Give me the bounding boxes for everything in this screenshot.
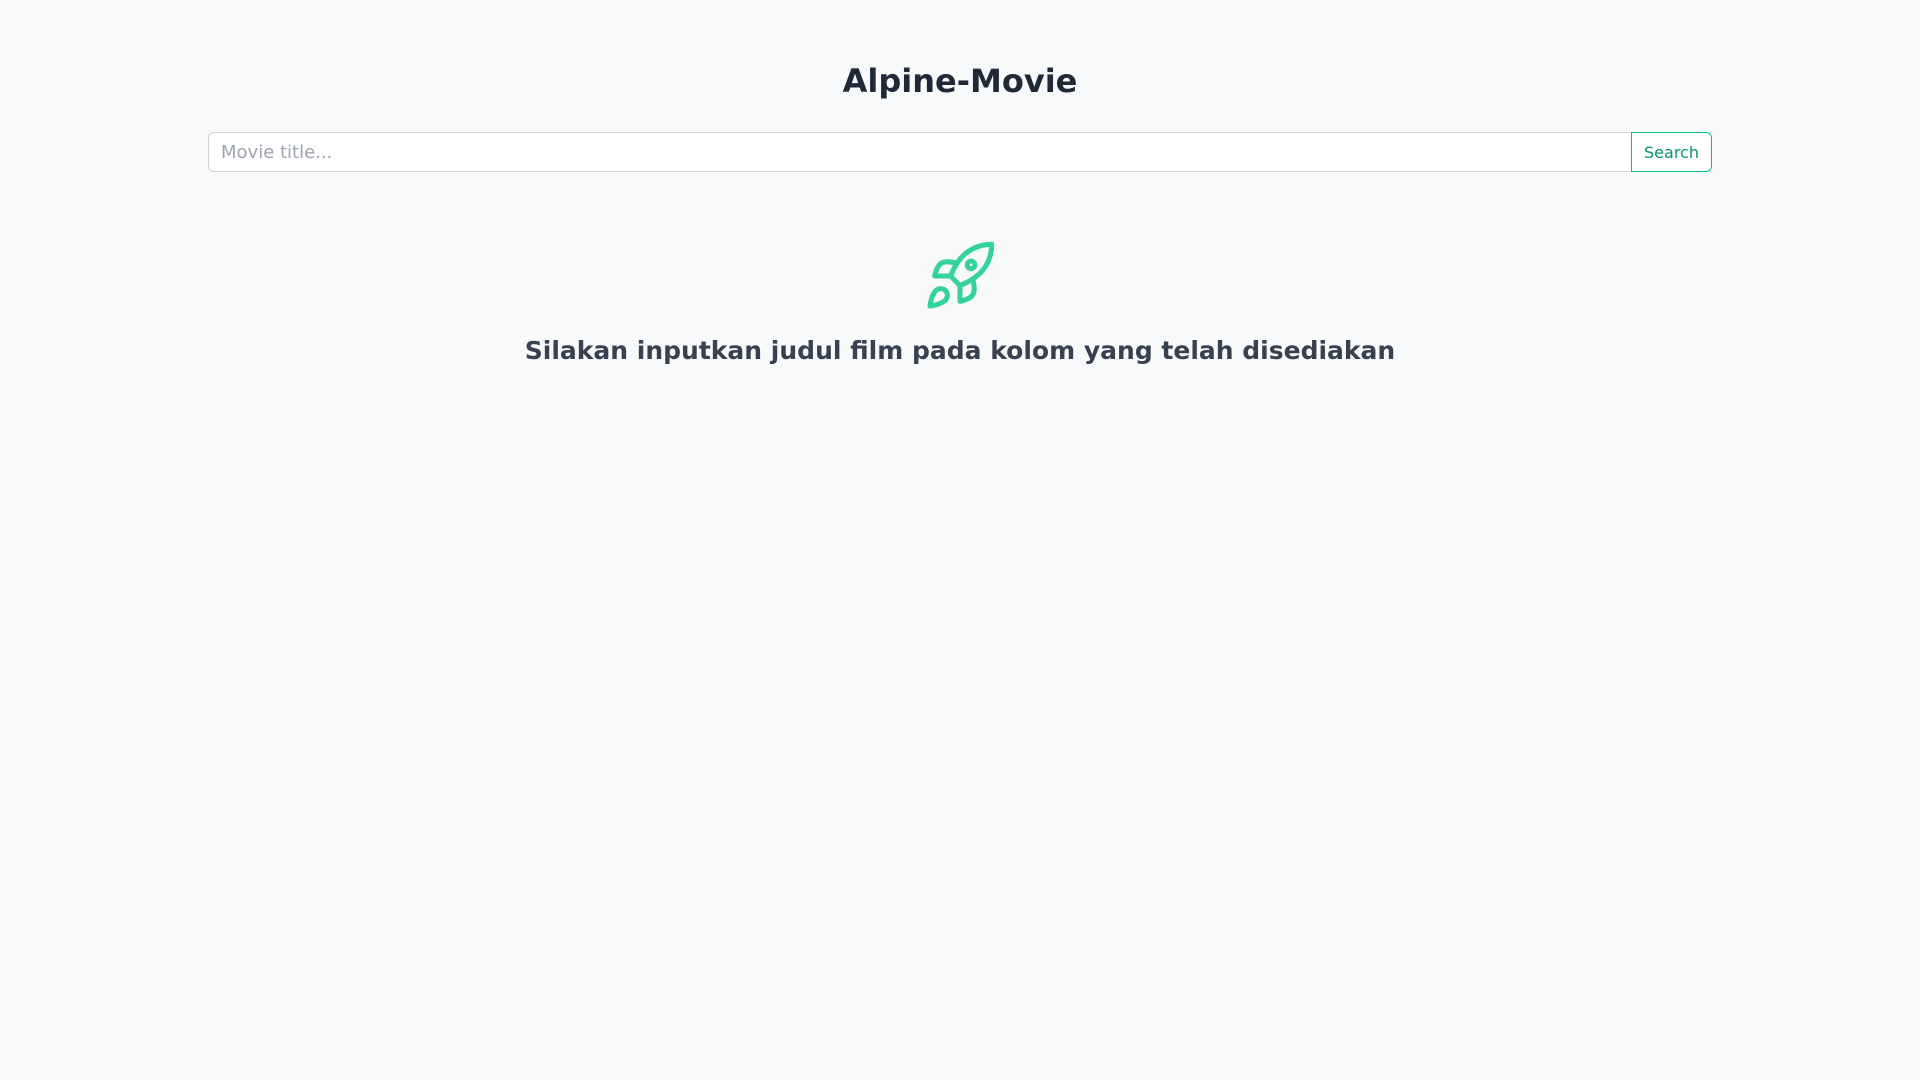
rocket-icon	[922, 238, 998, 314]
search-bar: Search	[208, 132, 1712, 172]
page-title: Alpine-Movie	[842, 62, 1078, 100]
app-root: Alpine-Movie Search Silakan inputkan jud…	[0, 0, 1920, 1080]
empty-state: Silakan inputkan judul film pada kolom y…	[0, 238, 1920, 368]
empty-state-message: Silakan inputkan judul film pada kolom y…	[524, 336, 1396, 365]
search-input[interactable]	[208, 132, 1631, 172]
search-button[interactable]: Search	[1631, 132, 1712, 172]
